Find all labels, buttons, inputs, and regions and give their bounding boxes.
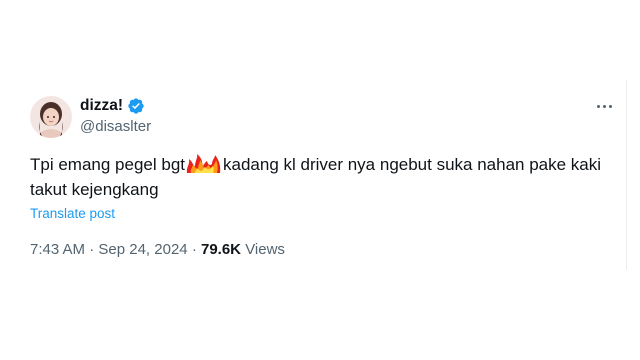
meta-separator: ·	[191, 241, 197, 258]
translate-post-link[interactable]: Translate post	[30, 206, 115, 221]
post-time[interactable]: 7:43 AM	[30, 241, 85, 258]
tweet-card: dizza! @disaslter Tpi emang pegel bgt ka…	[14, 80, 627, 270]
tweet-text: Tpi emang pegel bgt kadang kl driver nya…	[30, 152, 620, 202]
post-date[interactable]: Sep 24, 2024	[98, 241, 187, 258]
tweet-meta: 7:43 AM · Sep 24, 2024 · 79.6K Views	[30, 241, 285, 258]
verified-badge-icon	[127, 97, 145, 115]
fire-censor-icon	[185, 154, 223, 174]
page: dizza! @disaslter Tpi emang pegel bgt ka…	[0, 0, 640, 360]
avatar[interactable]	[30, 96, 72, 138]
more-options-icon[interactable]	[592, 98, 616, 114]
user-handle[interactable]: @disaslter	[80, 118, 151, 135]
avatar-image	[30, 96, 72, 138]
views-label: Views	[245, 241, 285, 258]
display-name[interactable]: dizza!	[80, 97, 123, 115]
meta-separator: ·	[89, 241, 95, 258]
name-row: dizza!	[80, 97, 145, 115]
views-count: 79.6K	[200, 241, 242, 258]
tweet-text-part-1: Tpi emang pegel bgt	[30, 155, 185, 174]
